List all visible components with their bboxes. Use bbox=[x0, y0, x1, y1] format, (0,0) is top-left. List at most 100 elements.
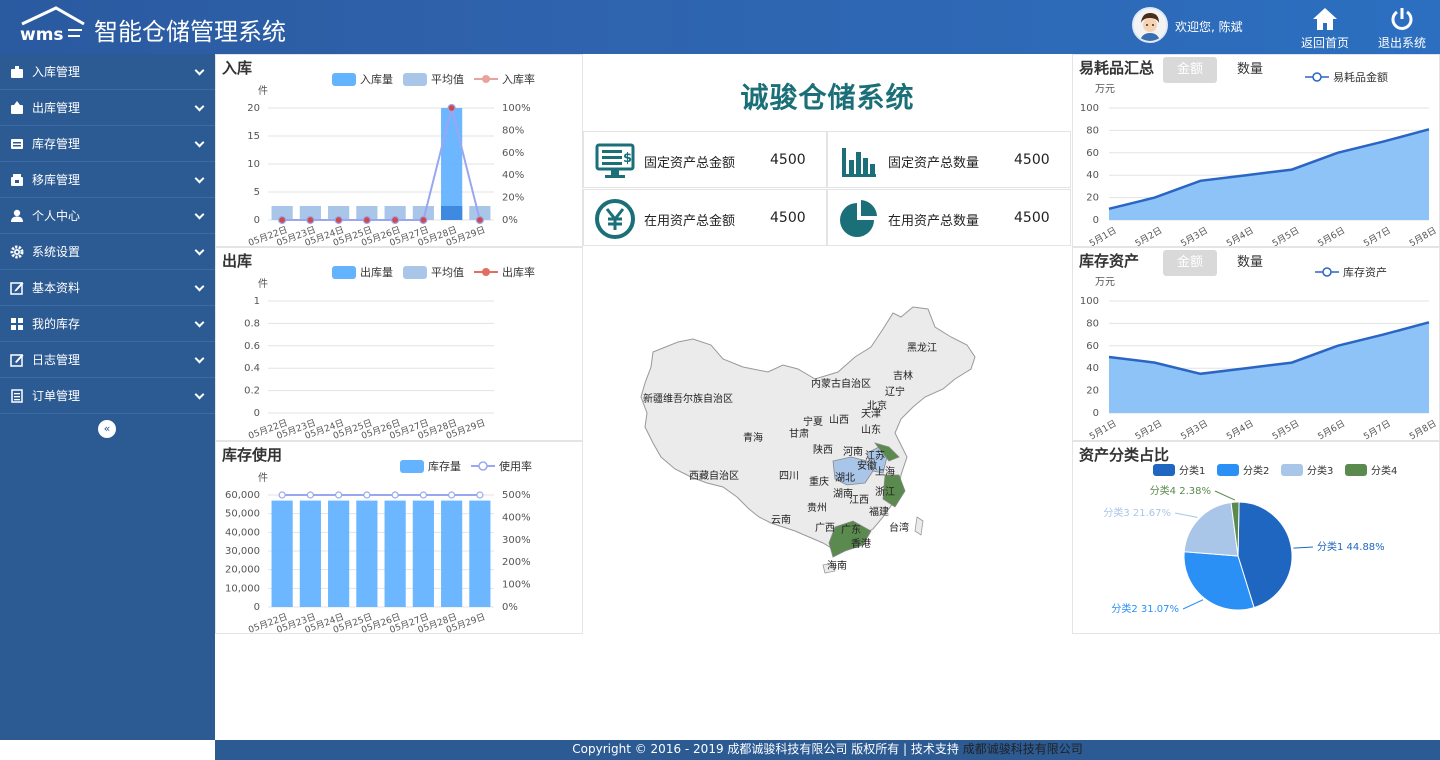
y2-tick-label: 200% bbox=[502, 557, 531, 568]
map-label: 甘肃 bbox=[789, 427, 809, 440]
chevron-down-icon bbox=[194, 65, 205, 76]
y2-tick-label: 40% bbox=[502, 170, 524, 181]
y-tick-label: 40 bbox=[1086, 363, 1099, 374]
user-avatar[interactable] bbox=[1132, 7, 1168, 43]
power-icon bbox=[1391, 8, 1413, 30]
grid-icon bbox=[10, 317, 24, 331]
sidebar-item[interactable]: 日志管理 bbox=[0, 342, 215, 378]
x-tick-label: 5月1日 bbox=[1087, 418, 1118, 441]
map-label: 河南 bbox=[843, 445, 863, 458]
bar bbox=[271, 500, 293, 607]
monitor-money-icon: $ bbox=[595, 143, 635, 178]
sidebar: 入库管理 出库管理 库存管理移库管理个人中心系统设置基本资料我的库存 日志管理订单管理… bbox=[0, 54, 215, 740]
y-tick-label: 60 bbox=[1086, 341, 1099, 352]
bar-average-overlap bbox=[441, 206, 463, 220]
chevron-down-icon bbox=[194, 281, 205, 292]
sidebar-item[interactable]: 出库管理 bbox=[0, 90, 215, 126]
sidebar-item[interactable]: 我的库存 bbox=[0, 306, 215, 342]
bar bbox=[299, 500, 321, 607]
y-unit-label: 件 bbox=[258, 472, 268, 484]
map-label: 山西 bbox=[829, 414, 849, 426]
map-label: 海南 bbox=[827, 559, 847, 572]
stock-use-panel: 库存使用 库存量 使用率 件 0 10,000 20,000 30,000 40,000 5… bbox=[215, 441, 583, 634]
y-tick-label: 80 bbox=[1086, 318, 1099, 329]
y-tick-label: 20,000 bbox=[225, 565, 260, 576]
legend-swatch bbox=[1345, 464, 1367, 476]
y2-tick-label: 80% bbox=[502, 125, 524, 136]
y-tick-label: 0.8 bbox=[244, 318, 260, 329]
rate-point bbox=[391, 215, 400, 225]
legend-label[interactable]: 分类4 bbox=[1371, 464, 1397, 477]
stat-label: 固定资产总金额 bbox=[644, 156, 736, 171]
stat-value: 4500 bbox=[1014, 210, 1050, 226]
sidebar-item-label: 基本资料 bbox=[32, 281, 81, 295]
map-label: 台湾 bbox=[889, 521, 909, 534]
rate-point bbox=[335, 491, 343, 499]
x-tick-label: 5月7日 bbox=[1362, 418, 1393, 441]
footer-company-link[interactable]: 成都诚骏科技有限公司 bbox=[963, 742, 1083, 756]
sidebar-item-label: 系统设置 bbox=[32, 245, 81, 259]
rate-point bbox=[447, 103, 456, 113]
sidebar-menu: 入库管理 出库管理 库存管理移库管理个人中心系统设置基本资料我的库存 日志管理订单管理 bbox=[0, 54, 215, 414]
rate-point bbox=[475, 215, 484, 225]
sidebar-item-label: 移库管理 bbox=[32, 173, 81, 187]
map-label: 湖北 bbox=[835, 472, 855, 484]
y2-tick-label: 100% bbox=[502, 580, 531, 591]
footer-copyright: Copyright © 2016 - 2019 成都诚骏科技有限公司 版权所有 … bbox=[572, 742, 963, 756]
pie-leader-line bbox=[1214, 490, 1236, 501]
logout-button[interactable]: 退出系统 bbox=[1372, 4, 1432, 50]
y-tick-label: 5 bbox=[254, 187, 260, 198]
inbox-out-icon bbox=[10, 100, 24, 115]
sidebar-item[interactable]: 订单管理 bbox=[0, 378, 215, 414]
y-unit-label: 件 bbox=[258, 85, 268, 97]
map-label: 山东 bbox=[861, 423, 881, 436]
legend-label[interactable]: 分类3 bbox=[1307, 464, 1333, 477]
logo-icon: wms bbox=[20, 6, 85, 45]
sidebar-item-label: 订单管理 bbox=[32, 389, 81, 403]
legend-label[interactable]: 分类2 bbox=[1243, 464, 1269, 477]
top-header: wms 智能仓储管理系统 欢迎您, 陈斌 返回首页 退出系统 bbox=[0, 0, 1440, 54]
bar bbox=[441, 500, 463, 607]
map-label: 内蒙古自治区 bbox=[811, 377, 871, 390]
x-tick-label: 5月8日 bbox=[1407, 418, 1438, 441]
x-tick-label: 5月6日 bbox=[1316, 418, 1347, 441]
collapse-sidebar-button[interactable]: « bbox=[98, 420, 116, 438]
pie-leader-line bbox=[1174, 512, 1198, 518]
sidebar-item[interactable]: 移库管理 bbox=[0, 162, 215, 198]
y-tick-label: 40 bbox=[1086, 170, 1099, 181]
y-unit-label: 件 bbox=[258, 278, 268, 290]
pie-icon bbox=[840, 200, 877, 237]
x-tick-label: 5月2日 bbox=[1133, 225, 1164, 247]
bar bbox=[384, 500, 406, 607]
sidebar-item[interactable]: 系统设置 bbox=[0, 234, 215, 270]
sidebar-item[interactable]: 库存管理 bbox=[0, 126, 215, 162]
y-tick-label: 0 bbox=[254, 408, 260, 419]
chevron-down-icon bbox=[194, 389, 205, 400]
x-tick-label: 5月4日 bbox=[1225, 418, 1256, 441]
home-button[interactable]: 返回首页 bbox=[1295, 4, 1355, 50]
y-tick-label: 0.6 bbox=[244, 341, 260, 352]
rate-point bbox=[278, 215, 287, 225]
transfer-icon bbox=[10, 173, 24, 187]
sidebar-item[interactable]: 入库管理 bbox=[0, 54, 215, 90]
y2-tick-label: 0% bbox=[502, 602, 518, 613]
user-icon bbox=[10, 209, 24, 223]
legend-swatch bbox=[1217, 464, 1239, 476]
bar-chart-icon bbox=[842, 148, 876, 177]
avatar-icon bbox=[1134, 9, 1166, 41]
chevron-down-icon bbox=[194, 317, 205, 328]
x-tick-label: 5月6日 bbox=[1316, 225, 1347, 247]
inventory-icon bbox=[10, 137, 24, 151]
rate-point bbox=[391, 491, 399, 499]
y-tick-label: 80 bbox=[1086, 125, 1099, 136]
x-tick-label: 5月3日 bbox=[1179, 225, 1210, 247]
y-tick-label: 40,000 bbox=[225, 527, 260, 538]
stat-value: 4500 bbox=[770, 152, 806, 168]
stat-label: 固定资产总数量 bbox=[888, 156, 980, 171]
legend-label[interactable]: 分类1 bbox=[1179, 464, 1205, 477]
inbound-chart: 件051015200%20%40%60%80%100%05月22日05月23日0… bbox=[247, 85, 531, 246]
sidebar-item[interactable]: 基本资料 bbox=[0, 270, 215, 306]
sidebar-item[interactable]: 个人中心 bbox=[0, 198, 215, 234]
pie-label: 分类3 21.67% bbox=[1103, 506, 1171, 519]
app-title: 智能仓储管理系统 bbox=[94, 18, 286, 46]
